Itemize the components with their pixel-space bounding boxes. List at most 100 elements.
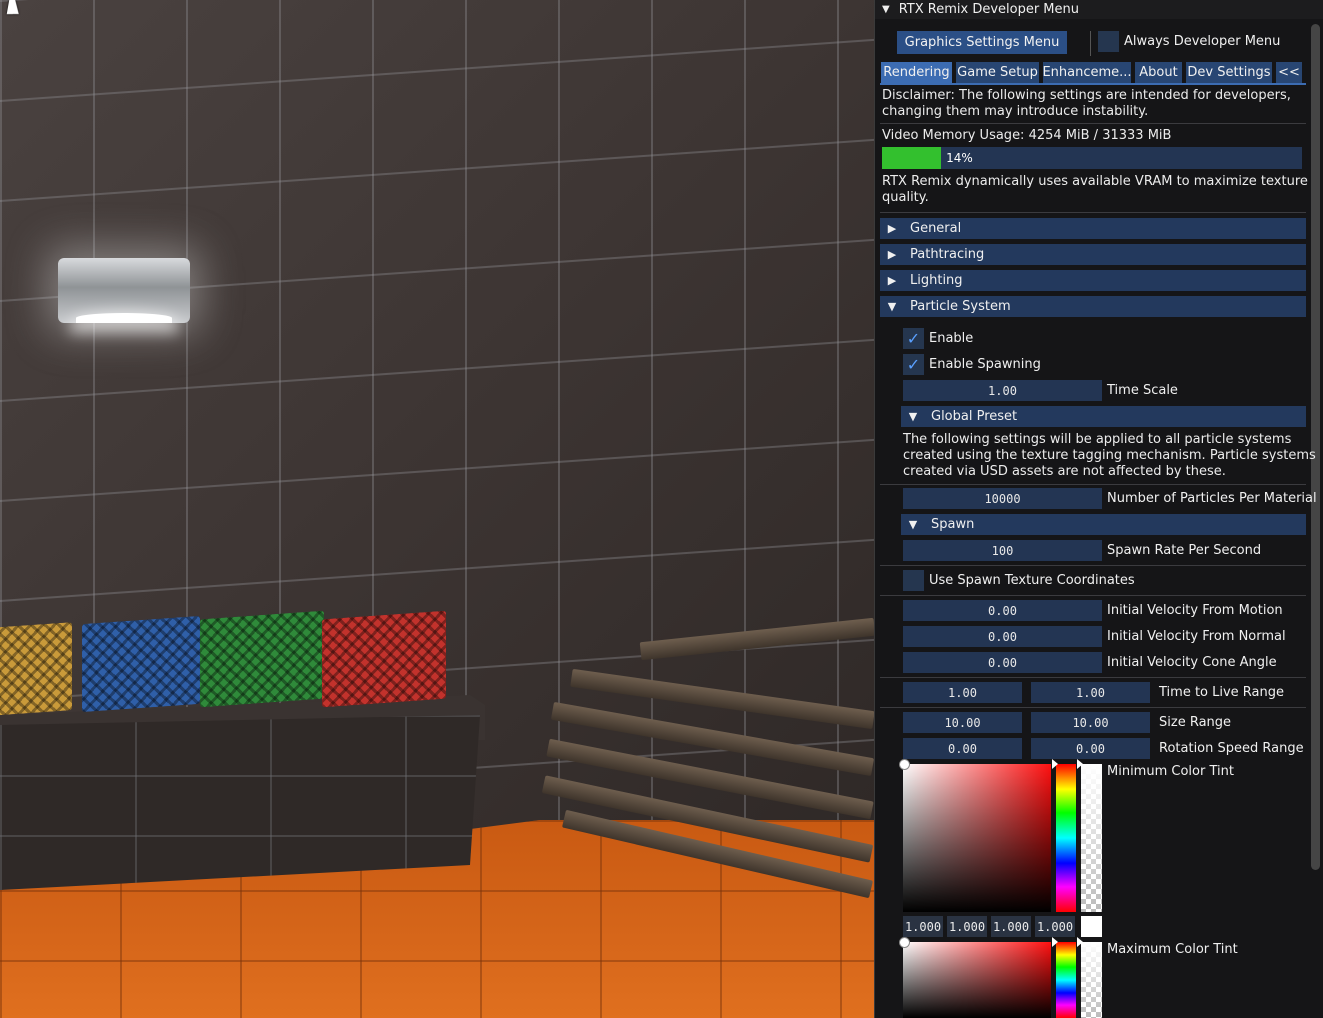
vram-note-line-1: RTX Remix dynamically uses available VRA… xyxy=(882,174,1308,189)
max-tint-hue-bar[interactable] xyxy=(1056,942,1076,1018)
min-tint-r-input[interactable]: 1.000 xyxy=(903,916,943,937)
rotation-min-input[interactable]: 0.00 xyxy=(903,738,1022,759)
mouse-cursor-icon xyxy=(6,0,22,14)
disclaimer-line-2: changing them may introduce instability. xyxy=(882,104,1149,119)
separator xyxy=(880,707,1306,708)
min-tint-g-input[interactable]: 1.000 xyxy=(947,916,987,937)
enable-spawning-label: Enable Spawning xyxy=(929,357,1041,372)
min-tint-alpha-bar[interactable] xyxy=(1081,764,1102,912)
min-tint-picker-knob[interactable] xyxy=(899,759,910,770)
tab-rendering-label: Rendering xyxy=(883,65,950,80)
graphics-settings-menu-label: Graphics Settings Menu xyxy=(904,35,1060,50)
tab-collapse-label: << xyxy=(1278,65,1300,80)
velocity-motion-input[interactable]: 0.00 xyxy=(903,600,1102,621)
section-pathtracing[interactable]: ▶ Pathtracing xyxy=(880,244,1306,265)
vram-usage-text: Video Memory Usage: 4254 MiB / 31333 MiB xyxy=(882,128,1171,144)
time-scale-input[interactable]: 1.00 xyxy=(903,380,1102,401)
max-tint-alpha-bar[interactable] xyxy=(1081,942,1102,1018)
blue-crate xyxy=(82,615,200,713)
ttl-label: Time to Live Range xyxy=(1159,685,1285,700)
num-particles-label: Number of Particles Per Material xyxy=(1107,491,1317,506)
yellow-crate xyxy=(0,622,72,716)
separator xyxy=(880,595,1306,596)
section-general[interactable]: ▶ General xyxy=(880,218,1306,239)
max-tint-hue-marker-icon xyxy=(1052,937,1058,947)
min-tint-alpha-marker-icon xyxy=(1077,759,1083,769)
tab-enhancements[interactable]: Enhanceme... xyxy=(1043,62,1131,83)
velocity-motion-label: Initial Velocity From Motion xyxy=(1107,603,1283,618)
section-particle-system[interactable]: ▼ Particle System xyxy=(880,296,1306,317)
section-lighting-label: Lighting xyxy=(910,273,963,288)
collapse-arrow-icon: ▼ xyxy=(887,300,897,313)
velocity-cone-label: Initial Velocity Cone Angle xyxy=(1107,655,1277,670)
tab-game-setup-label: Game Setup xyxy=(957,65,1038,80)
use-spawn-texture-coords-checkbox[interactable]: ✓ xyxy=(903,570,924,591)
velocity-normal-label: Initial Velocity From Normal xyxy=(1107,629,1286,644)
vram-separator: / xyxy=(1089,128,1103,143)
separator xyxy=(880,212,1306,213)
global-preset-label: Global Preset xyxy=(931,409,1018,424)
velocity-cone-input[interactable]: 0.00 xyxy=(903,652,1102,673)
always-developer-menu-label: Always Developer Menu xyxy=(1124,34,1281,49)
collapse-triangle-icon[interactable]: ▼ xyxy=(882,4,890,15)
collapse-arrow-icon: ▼ xyxy=(908,410,918,423)
min-tint-b-input[interactable]: 1.000 xyxy=(991,916,1031,937)
window-title-bar[interactable]: ▼ RTX Remix Developer Menu xyxy=(875,0,1323,19)
expand-arrow-icon: ▶ xyxy=(887,222,897,235)
always-developer-menu-checkbox[interactable]: ✓ xyxy=(1098,31,1119,52)
min-tint-saturation-value-square[interactable] xyxy=(903,764,1051,912)
min-tint-swatch[interactable] xyxy=(1081,916,1102,937)
global-preset-header[interactable]: ▼ Global Preset xyxy=(901,406,1306,427)
spawn-header[interactable]: ▼ Spawn xyxy=(901,514,1306,535)
collapse-arrow-icon: ▼ xyxy=(908,518,918,531)
window-title: RTX Remix Developer Menu xyxy=(898,2,1080,17)
button-divider xyxy=(1090,31,1091,56)
min-tint-hue-bar[interactable] xyxy=(1056,764,1076,912)
max-tint-alpha-marker-icon xyxy=(1077,937,1083,947)
min-tint-a-input[interactable]: 1.000 xyxy=(1035,916,1075,937)
enable-label: Enable xyxy=(929,331,974,346)
rotation-max-input[interactable]: 0.00 xyxy=(1031,738,1150,759)
separator xyxy=(880,565,1306,566)
separator xyxy=(880,677,1306,678)
min-tint-label: Minimum Color Tint xyxy=(1107,764,1234,779)
red-crate xyxy=(322,610,446,708)
vram-progress-bar: 14% xyxy=(882,147,1302,169)
tab-about-label: About xyxy=(1139,65,1178,80)
tab-dev-settings[interactable]: Dev Settings xyxy=(1186,62,1272,83)
preset-note-line-1: The following settings will be applied t… xyxy=(903,432,1292,447)
wall-lamp xyxy=(58,258,190,323)
tab-about[interactable]: About xyxy=(1135,62,1182,83)
size-max-input[interactable]: 10.00 xyxy=(1031,712,1150,733)
use-spawn-texture-coords-label: Use Spawn Texture Coordinates xyxy=(929,573,1135,588)
tab-rendering[interactable]: Rendering xyxy=(881,62,952,83)
disclaimer-line-1: Disclaimer: The following settings are i… xyxy=(882,88,1291,103)
tab-underline xyxy=(880,83,1306,85)
ttl-max-input[interactable]: 1.00 xyxy=(1031,682,1150,703)
tab-collapse[interactable]: << xyxy=(1276,62,1302,83)
max-tint-label: Maximum Color Tint xyxy=(1107,942,1238,957)
tiled-ledge xyxy=(0,715,480,890)
enable-checkbox[interactable]: ✓ xyxy=(903,328,924,349)
vram-label: Video Memory Usage: xyxy=(882,128,1029,143)
graphics-settings-menu-button[interactable]: Graphics Settings Menu xyxy=(897,31,1067,54)
vram-total: 31333 MiB xyxy=(1102,128,1172,143)
enable-spawning-checkbox[interactable]: ✓ xyxy=(903,354,924,375)
time-scale-label: Time Scale xyxy=(1107,383,1178,398)
rotation-label: Rotation Speed Range xyxy=(1159,741,1304,756)
spawn-label: Spawn xyxy=(931,517,975,532)
max-tint-picker-knob[interactable] xyxy=(899,937,910,948)
preset-note-line-3: created via USD assets are not affected … xyxy=(903,464,1226,479)
velocity-normal-input[interactable]: 0.00 xyxy=(903,626,1102,647)
tab-game-setup[interactable]: Game Setup xyxy=(956,62,1039,83)
section-pathtracing-label: Pathtracing xyxy=(910,247,985,262)
panel-scrollbar[interactable] xyxy=(1311,24,1320,870)
max-tint-saturation-value-square[interactable] xyxy=(903,942,1051,1018)
section-lighting[interactable]: ▶ Lighting xyxy=(880,270,1306,291)
size-min-input[interactable]: 10.00 xyxy=(903,712,1022,733)
ttl-min-input[interactable]: 1.00 xyxy=(903,682,1022,703)
vram-percent: 14% xyxy=(946,151,973,165)
spawn-rate-input[interactable]: 100 xyxy=(903,540,1102,561)
num-particles-input[interactable]: 10000 xyxy=(903,488,1102,509)
size-label: Size Range xyxy=(1159,715,1232,730)
